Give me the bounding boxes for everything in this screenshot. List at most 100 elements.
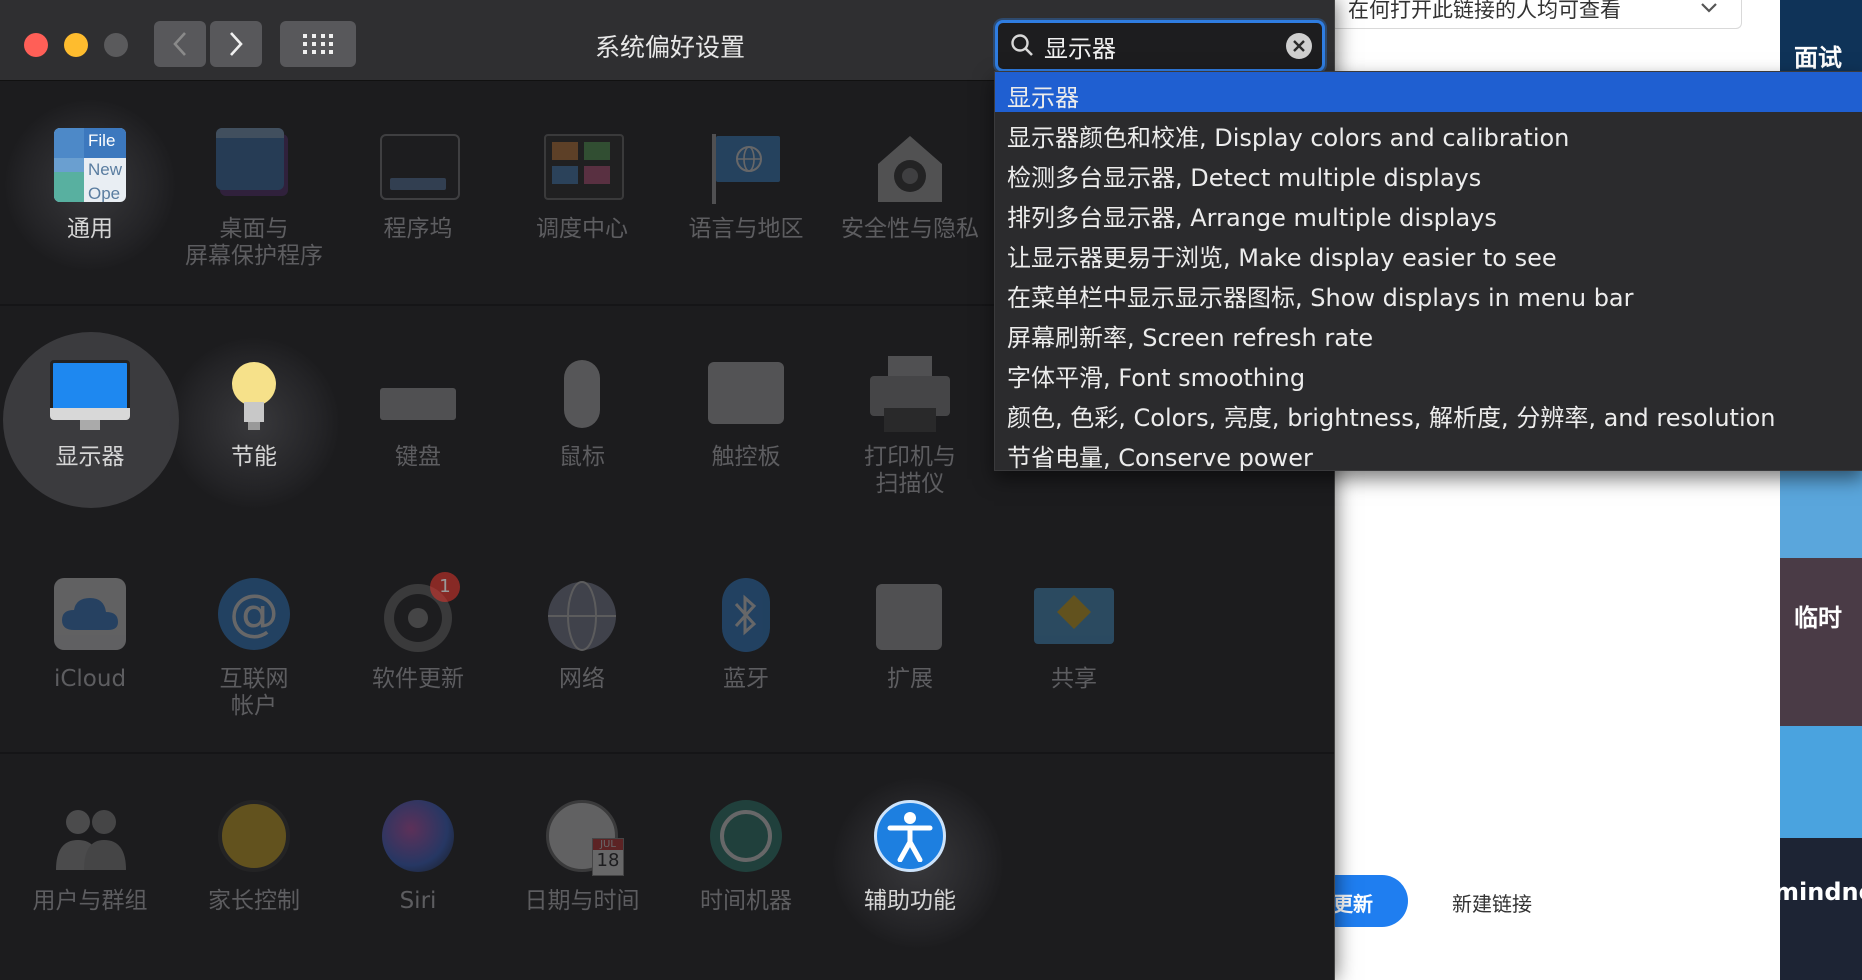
pane-mouse[interactable]: 鼠标 xyxy=(500,356,664,536)
pane-icloud[interactable]: iCloud xyxy=(8,578,172,758)
clock-icon: JUL 18 xyxy=(542,800,624,880)
clear-search-icon[interactable] xyxy=(1286,33,1312,59)
pane-mission-control[interactable]: 调度中心 xyxy=(500,128,664,308)
pane-label: 语言与地区 xyxy=(688,216,804,242)
siri-icon xyxy=(378,800,458,880)
pane-label: 键盘 xyxy=(395,444,441,470)
pane-software-update[interactable]: 1 软件更新 xyxy=(336,572,500,758)
strip-label-interview: 面试 xyxy=(1794,44,1842,72)
chevron-left-icon xyxy=(173,32,186,56)
general-icon: File New Ope xyxy=(50,128,130,208)
pane-desktop-screensaver[interactable]: 桌面与 屏幕保护程序 xyxy=(172,128,336,308)
pane-label: 蓝牙 xyxy=(723,666,769,692)
window-title: 系统偏好设置 xyxy=(594,33,745,62)
close-window-button[interactable] xyxy=(24,33,48,57)
pane-label: 节能 xyxy=(231,444,277,470)
house-lock-icon xyxy=(870,128,950,208)
new-link-button[interactable]: 新建链接 xyxy=(1452,888,1532,917)
pane-label: 桌面与 屏幕保护程序 xyxy=(185,216,323,269)
pane-language-region[interactable]: 语言与地区 xyxy=(664,128,828,308)
printer-icon xyxy=(870,356,950,436)
chevron-down-icon[interactable] xyxy=(1700,0,1718,19)
search-input[interactable] xyxy=(1042,29,1276,63)
users-icon xyxy=(50,800,130,880)
time-machine-icon xyxy=(706,800,786,880)
shared-folder-icon xyxy=(1034,578,1114,658)
puzzle-icon xyxy=(870,578,950,658)
pane-label: 网络 xyxy=(559,666,605,692)
search-result-item[interactable]: 屏幕刷新率, Screen refresh rate xyxy=(995,312,1862,352)
title-bar: 系统偏好设置 xyxy=(0,0,1334,81)
pane-label: 辅助功能 xyxy=(864,888,956,914)
pane-label: 触控板 xyxy=(711,444,781,470)
grid-icon xyxy=(303,34,333,54)
pane-users-groups[interactable]: 用户与群组 xyxy=(8,800,172,980)
pane-label: 通用 xyxy=(67,216,113,242)
pane-network[interactable]: 网络 xyxy=(500,578,664,758)
mouse-icon xyxy=(542,356,622,436)
strip-label-mindnote: mindnot xyxy=(1780,878,1862,906)
pane-date-time[interactable]: JUL 18 日期与时间 xyxy=(500,800,664,980)
mission-control-icon xyxy=(542,128,624,208)
pane-time-machine[interactable]: 时间机器 xyxy=(664,800,828,980)
pane-printers-scanners[interactable]: 打印机与 扫描仪 xyxy=(828,356,992,536)
pane-label: 显示器 xyxy=(55,444,125,470)
minimize-window-button[interactable] xyxy=(64,33,88,57)
share-permission-text: 在何打开此链接的人均可查看 xyxy=(1348,0,1621,22)
flag-icon xyxy=(706,128,786,208)
desktop-icon xyxy=(214,128,294,208)
keyboard-icon xyxy=(378,356,458,436)
search-result-item[interactable]: 在菜单栏中显示显示器图标, Show displays in menu bar xyxy=(995,272,1862,312)
pane-label: 用户与群组 xyxy=(32,888,148,914)
pane-label: iCloud xyxy=(53,666,127,692)
pane-label: 鼠标 xyxy=(559,444,605,470)
strip-label-temporary: 临时 xyxy=(1794,604,1842,632)
pane-label: 互联网 帐户 xyxy=(219,666,289,719)
pane-bluetooth[interactable]: 蓝牙 xyxy=(664,578,828,758)
pane-extensions[interactable]: 扩展 xyxy=(828,578,992,758)
icloud-icon xyxy=(50,578,130,658)
pane-internet-accounts[interactable]: @ 互联网 帐户 xyxy=(172,578,336,758)
pane-label: 调度中心 xyxy=(536,216,628,242)
pane-energy-saver[interactable]: 节能 xyxy=(172,356,336,536)
zoom-window-button[interactable] xyxy=(104,33,128,57)
pane-displays[interactable]: 显示器 xyxy=(8,356,172,536)
pane-label: 时间机器 xyxy=(700,888,792,914)
back-button[interactable] xyxy=(154,21,206,67)
forward-button[interactable] xyxy=(210,21,262,67)
search-results-list: 显示器 显示器颜色和校准, Display colors and calibra… xyxy=(994,71,1862,472)
search-result-item[interactable]: 让显示器更易于浏览, Make display easier to see xyxy=(995,232,1862,272)
display-icon xyxy=(50,356,130,436)
lightbulb-icon xyxy=(214,356,294,436)
search-result-item[interactable]: 字体平滑, Font smoothing xyxy=(995,352,1862,392)
search-result-item[interactable]: 节省电量, Conserve power xyxy=(995,432,1862,472)
pane-parental-controls[interactable]: 家长控制 xyxy=(172,800,336,980)
dock-icon xyxy=(378,128,460,208)
pane-dock[interactable]: 程序坞 xyxy=(336,128,500,308)
search-result-item[interactable]: 排列多台显示器, Arrange multiple displays xyxy=(995,192,1862,232)
pane-label: 程序坞 xyxy=(383,216,453,242)
search-result-item[interactable]: 颜色, 色彩, Colors, 亮度, brightness, 解析度, 分辨率… xyxy=(995,392,1862,432)
pane-trackpad[interactable]: 触控板 xyxy=(664,356,828,536)
search-result-item[interactable]: 检测多台显示器, Detect multiple displays xyxy=(995,152,1862,192)
search-result-item[interactable]: 显示器颜色和校准, Display colors and calibration xyxy=(995,112,1862,152)
chevron-right-icon xyxy=(230,32,243,56)
pane-accessibility[interactable]: 辅助功能 xyxy=(828,800,992,980)
pane-label: 安全性与隐私 xyxy=(841,216,979,242)
pane-label: 共享 xyxy=(1051,666,1097,692)
pane-siri[interactable]: Siri xyxy=(336,800,500,980)
accessibility-icon xyxy=(870,800,950,880)
pane-label: 扩展 xyxy=(887,666,933,692)
search-icon xyxy=(1011,34,1033,56)
parental-icon xyxy=(214,800,294,880)
pane-sharing[interactable]: 共享 xyxy=(992,578,1156,758)
pane-general[interactable]: File New Ope 通用 xyxy=(8,128,172,308)
search-result-item[interactable]: 显示器 xyxy=(995,72,1862,112)
show-all-button[interactable] xyxy=(280,21,356,67)
search-field[interactable] xyxy=(995,20,1325,72)
pane-security-privacy[interactable]: 安全性与隐私 xyxy=(828,128,992,308)
bluetooth-icon xyxy=(706,578,786,658)
pane-label: 日期与时间 xyxy=(524,888,640,914)
update-count-badge: 1 xyxy=(430,572,460,602)
pane-keyboard[interactable]: 键盘 xyxy=(336,356,500,536)
